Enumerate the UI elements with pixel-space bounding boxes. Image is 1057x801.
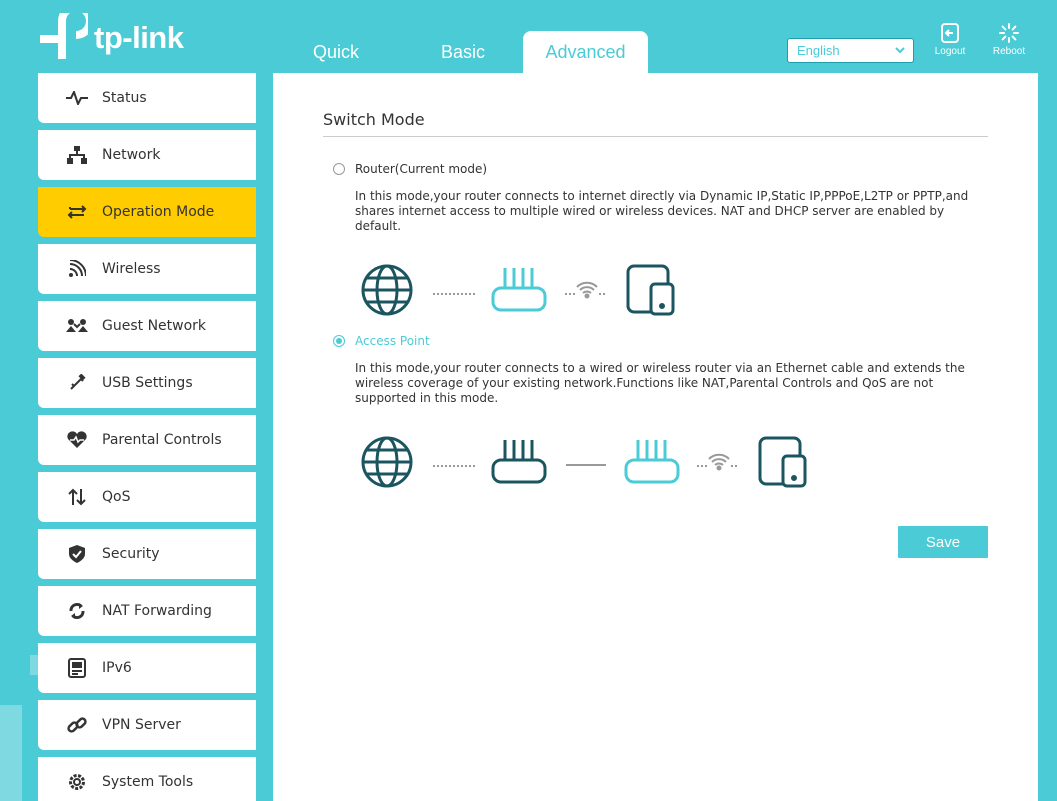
top-tabs: Quick Setup Basic Advanced <box>268 31 648 104</box>
guest-network-icon <box>64 316 90 336</box>
reboot-button[interactable]: Reboot <box>984 22 1034 57</box>
access-point-label: Access Point <box>355 334 430 348</box>
logo-text: tp-link <box>94 20 184 55</box>
wifi-icon <box>576 281 598 299</box>
logout-button[interactable]: Logout <box>925 22 975 57</box>
sidebar-item-label: IPv6 <box>102 660 132 676</box>
sidebar-item-label: Wireless <box>102 261 161 277</box>
sidebar-item-status[interactable]: Status <box>38 73 256 123</box>
sidebar: Status Network Operation Mode Wireless G… <box>38 73 256 801</box>
tp-link-logo-icon <box>40 13 88 59</box>
heart-icon <box>64 430 90 450</box>
router-mode-diagram <box>361 264 675 316</box>
logout-icon <box>941 23 959 43</box>
qos-icon <box>64 487 90 507</box>
devices-icon <box>758 436 807 488</box>
sidebar-item-qos[interactable]: QoS <box>38 472 256 522</box>
sidebar-item-label: Parental Controls <box>102 432 222 448</box>
access-point-description: In this mode,your router connects to a w… <box>355 361 965 405</box>
gear-icon <box>64 772 90 792</box>
sidebar-item-label: Status <box>102 90 147 106</box>
sidebar-item-label: Operation Mode <box>102 204 215 220</box>
logout-label: Logout <box>934 46 966 57</box>
sidebar-item-ipv6[interactable]: IPv6 <box>38 643 256 693</box>
sidebar-item-operation-mode[interactable]: Operation Mode <box>38 187 256 237</box>
shield-icon <box>64 544 90 564</box>
tab-advanced[interactable]: Advanced <box>523 31 648 73</box>
sidebar-item-label: Network <box>102 147 161 163</box>
section-divider <box>323 136 988 137</box>
reboot-label: Reboot <box>992 46 1026 57</box>
sidebar-item-guest-network[interactable]: Guest Network <box>38 301 256 351</box>
globe-icon <box>361 264 413 316</box>
link-icon <box>64 715 90 735</box>
access-point-radio[interactable] <box>333 335 345 347</box>
language-select[interactable]: English <box>787 38 914 63</box>
router-mode-label: Router(Current mode) <box>355 162 488 176</box>
usb-icon <box>64 373 90 393</box>
router-mode-option[interactable]: Router(Current mode) <box>333 162 487 176</box>
sidebar-item-label: USB Settings <box>102 375 193 391</box>
router-mode-description: In this mode,your router connects to int… <box>355 189 969 233</box>
sidebar-item-wireless[interactable]: Wireless <box>38 244 256 294</box>
tab-quick-setup[interactable]: Quick Setup <box>268 31 404 104</box>
language-value: English <box>797 43 840 58</box>
sidebar-item-label: Guest Network <box>102 318 207 334</box>
tp-link-logo: tp-link <box>38 12 184 64</box>
sidebar-item-usb-settings[interactable]: USB Settings <box>38 358 256 408</box>
save-button[interactable]: Save <box>898 526 988 558</box>
globe-icon <box>361 436 413 488</box>
sidebar-item-label: QoS <box>102 489 131 505</box>
access-point-diagram <box>361 436 807 488</box>
nat-icon <box>64 601 90 621</box>
wireless-icon <box>64 259 90 279</box>
sidebar-item-label: VPN Server <box>102 717 181 733</box>
sidebar-item-label: NAT Forwarding <box>102 603 212 619</box>
chevron-down-icon <box>895 47 905 54</box>
wifi-icon <box>708 453 730 471</box>
router-icon <box>491 268 547 312</box>
sidebar-item-network[interactable]: Network <box>38 130 256 180</box>
router-icon <box>624 440 680 484</box>
sidebar-item-nat-forwarding[interactable]: NAT Forwarding <box>38 586 256 636</box>
router-mode-radio[interactable] <box>333 163 345 175</box>
access-point-option[interactable]: Access Point <box>333 334 430 348</box>
main-router-icon <box>491 440 547 484</box>
sidebar-item-label: Security <box>102 546 160 562</box>
sidebar-item-label: System Tools <box>102 774 194 790</box>
section-title: Switch Mode <box>323 110 425 129</box>
reboot-icon <box>999 23 1019 43</box>
main-panel: Switch Mode Router(Current mode) In this… <box>273 73 1038 801</box>
network-icon <box>64 145 90 165</box>
operation-mode-icon <box>64 202 90 222</box>
sidebar-item-vpn-server[interactable]: VPN Server <box>38 700 256 750</box>
devices-icon <box>626 264 675 316</box>
decor-block <box>0 705 22 801</box>
tab-basic[interactable]: Basic <box>404 31 522 73</box>
status-icon <box>64 88 90 108</box>
sidebar-item-parental-controls[interactable]: Parental Controls <box>38 415 256 465</box>
sidebar-item-system-tools[interactable]: System Tools <box>38 757 256 801</box>
ipv6-icon <box>64 658 90 678</box>
sidebar-item-security[interactable]: Security <box>38 529 256 579</box>
